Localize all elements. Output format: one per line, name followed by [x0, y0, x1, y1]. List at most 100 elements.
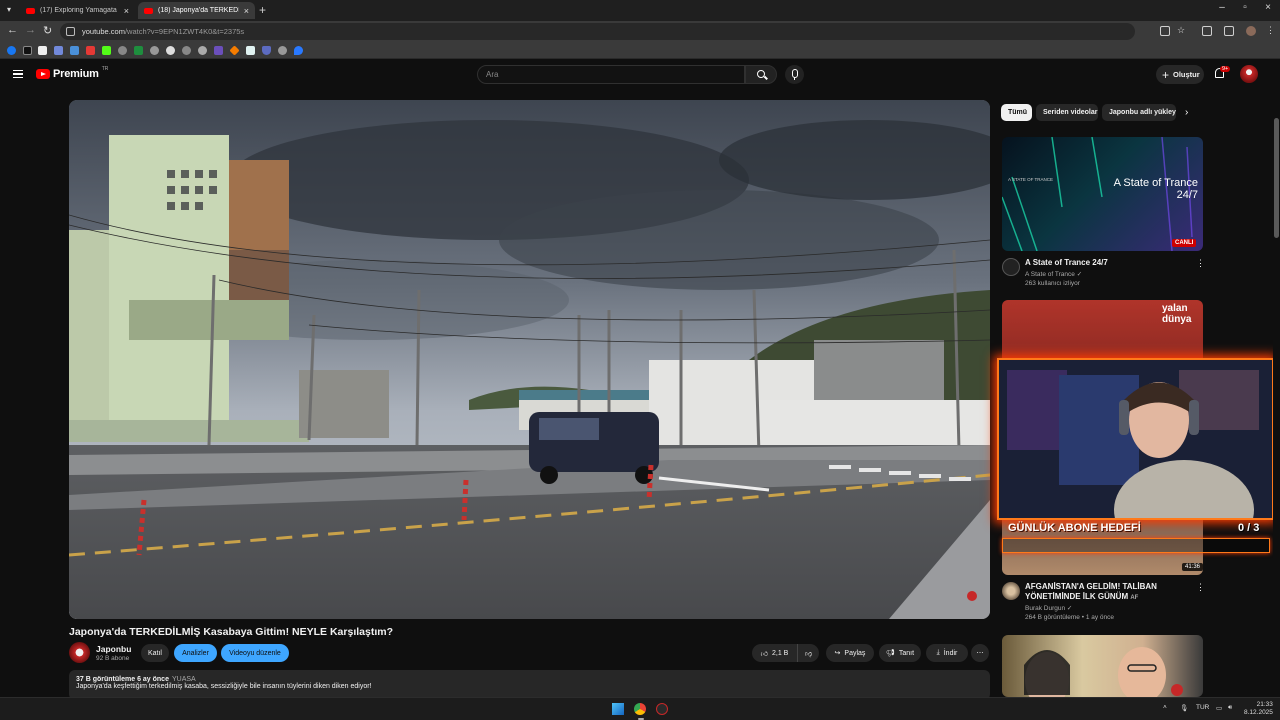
share-button[interactable]: ↪ Paylaş: [826, 644, 874, 662]
bookmark-icon[interactable]: [150, 46, 159, 55]
channel-name[interactable]: Japonbu: [96, 644, 131, 654]
account-avatar[interactable]: [1240, 65, 1258, 83]
channel-avatar[interactable]: [1002, 582, 1020, 600]
bookmark-icon[interactable]: [118, 46, 127, 55]
description-text: Japonya'da keşfettiğim terkedilmiş kasab…: [76, 683, 372, 690]
kick-bookmark-icon[interactable]: [102, 46, 111, 55]
dislike-button[interactable]: 👎︎: [797, 644, 819, 662]
install-app-icon[interactable]: [1160, 26, 1170, 36]
tray-overflow-icon[interactable]: ˄: [1163, 704, 1167, 711]
page-scrollbar[interactable]: [1273, 91, 1280, 697]
hashtag[interactable]: YUASA: [172, 676, 196, 683]
scrollbar-thumb[interactable]: [1274, 118, 1279, 238]
reload-icon[interactable]: ↻: [43, 24, 52, 37]
youtube-premium-logo[interactable]: Premium TR: [36, 66, 108, 80]
more-actions-button[interactable]: ⋯: [971, 644, 989, 662]
tab-exploring-yamagata[interactable]: (17) Exploring Yamagata Prefect ×: [20, 2, 135, 19]
voice-search-button[interactable]: [785, 65, 804, 84]
new-tab-icon[interactable]: +: [259, 3, 266, 17]
plus-icon: +: [1162, 67, 1170, 82]
browser-menu-icon[interactable]: ⋮: [1266, 25, 1275, 36]
network-icon[interactable]: ▭: [1216, 704, 1222, 712]
x-bookmark-icon[interactable]: [23, 46, 32, 55]
promote-button[interactable]: 📢︎ Tanıt: [879, 644, 921, 662]
sidepanel-icon[interactable]: [1224, 26, 1234, 36]
search-input[interactable]: Ara: [477, 65, 745, 84]
bookmark-icon[interactable]: [166, 46, 175, 55]
channel-avatar[interactable]: [69, 642, 90, 663]
recommended-channel[interactable]: A State of Trance ✓: [1025, 270, 1082, 278]
description-box[interactable]: 37 B görüntüleme 6 ay önce YUASA Japonya'…: [69, 670, 990, 700]
download-label: İndir: [943, 649, 958, 657]
recommended-title[interactable]: A State of Trance 24/7: [1025, 258, 1108, 268]
back-icon[interactable]: ←: [7, 24, 18, 36]
join-button[interactable]: Katıl: [141, 644, 169, 662]
bookmark-icon[interactable]: [38, 46, 47, 55]
youtube-favicon-icon: [26, 7, 35, 14]
bookmark-icon[interactable]: [198, 46, 207, 55]
bookmark-icon[interactable]: [246, 46, 255, 55]
system-clock[interactable]: 21:33 8.12.2025: [1244, 701, 1273, 717]
subscriber-goal-value: 0 / 3: [1238, 522, 1260, 534]
more-vertical-icon[interactable]: ⋮: [1196, 582, 1205, 593]
profile-avatar-icon[interactable]: [1246, 26, 1256, 36]
close-tab-icon[interactable]: ×: [124, 6, 129, 16]
channel-avatar[interactable]: [1002, 258, 1020, 276]
search-button[interactable]: [745, 65, 777, 84]
download-icon: ⤓: [936, 649, 940, 656]
volume-icon[interactable]: 🔊︎: [1228, 704, 1232, 712]
video-thumbnail[interactable]: [1002, 635, 1203, 697]
address-bar[interactable]: youtube.com/watch?v=9EPN1ZWT4K0&t=2375s: [60, 23, 1135, 40]
more-vertical-icon[interactable]: ⋮: [1196, 258, 1205, 269]
youtube-favicon-icon: [144, 7, 153, 14]
live-badge: CANLI: [1172, 239, 1197, 247]
bookmark-icon[interactable]: [182, 46, 191, 55]
video-thumbnail[interactable]: A STATE OF TRANCE A State of Trance 24/7…: [1002, 137, 1203, 251]
minimize-icon[interactable]: –: [1211, 2, 1233, 13]
windows-start-icon[interactable]: [612, 703, 624, 715]
sheets-bookmark-icon[interactable]: [134, 46, 143, 55]
bookmark-icon[interactable]: [70, 46, 79, 55]
guide-menu-icon[interactable]: [13, 70, 23, 78]
bookmark-star-icon[interactable]: ☆: [1177, 25, 1185, 36]
title-line-1: AFGANİSTAN'A GELDİM! TALİBAN: [1025, 582, 1157, 591]
bookmark-icon[interactable]: [278, 46, 287, 55]
analytics-button[interactable]: Analizler: [174, 644, 217, 662]
edit-video-button[interactable]: Videoyu düzenle: [221, 644, 289, 662]
chevron-right-icon[interactable]: ›: [1185, 107, 1188, 118]
bookmark-icon[interactable]: [214, 46, 223, 55]
url-host: youtube.com: [82, 27, 125, 36]
extensions-icon[interactable]: [1202, 26, 1212, 36]
download-button[interactable]: ⤓ İndir: [926, 644, 968, 662]
maximize-icon[interactable]: ▫: [1234, 2, 1256, 13]
chip-series[interactable]: Seriden videolar: [1036, 104, 1098, 121]
video-player[interactable]: [69, 100, 990, 619]
close-tab-icon[interactable]: ×: [244, 6, 249, 16]
thumbnail-title: yalan dünya: [1162, 303, 1192, 325]
create-button[interactable]: + Oluştur: [1156, 65, 1204, 84]
chip-all[interactable]: Tümü: [1001, 104, 1032, 121]
tab-japonya-video[interactable]: (18) Japonya'da TERKEDİLMİŞ K ×: [138, 2, 255, 19]
app-taskbar-icon[interactable]: [656, 703, 668, 715]
bookmark-icon[interactable]: [86, 46, 95, 55]
forward-icon[interactable]: →: [25, 24, 36, 36]
facebook-bookmark-icon[interactable]: [7, 46, 16, 55]
bookmark-icon[interactable]: [294, 46, 303, 55]
like-button[interactable]: 👍︎ 2,1 B: [752, 644, 797, 662]
language-indicator[interactable]: TUR: [1196, 704, 1209, 711]
chrome-taskbar-icon[interactable]: [634, 703, 646, 715]
thumbnail-title: A State of Trance 24/7: [1113, 177, 1198, 201]
shield-bookmark-icon[interactable]: [262, 46, 271, 55]
bookmark-icon[interactable]: [229, 45, 240, 56]
tab-search-chevron-icon[interactable]: ▾: [7, 5, 11, 14]
microphone-tray-icon[interactable]: 🎙︎: [1180, 704, 1188, 712]
recommended-title[interactable]: AFGANİSTAN'A GELDİM! TALİBAN YÖNETİMİNDE…: [1025, 582, 1195, 603]
windows-taskbar: ˄ 🎙︎ TUR ▭ 🔊︎ 21:33 8.12.2025: [0, 697, 1280, 720]
url-path: /watch?v=9EPN1ZWT4K0&t=2375s: [124, 27, 245, 36]
chip-uploader[interactable]: Japonbu adlı yükleyen: [1102, 104, 1176, 121]
close-window-icon[interactable]: ×: [1257, 2, 1279, 13]
recommended-channel[interactable]: Burak Durgun ✓: [1025, 604, 1072, 612]
bookmark-icon[interactable]: [54, 46, 63, 55]
thumbs-down-icon: 👎︎: [804, 650, 813, 658]
site-info-icon[interactable]: [66, 27, 75, 36]
